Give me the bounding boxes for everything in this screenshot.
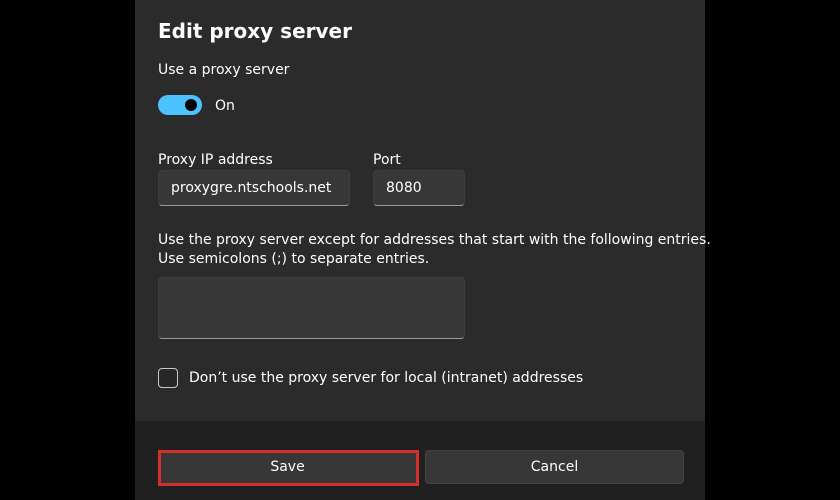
proxy-ip-label: Proxy IP address: [158, 152, 273, 168]
port-label: Port: [373, 152, 401, 168]
dialog-title: Edit proxy server: [158, 19, 352, 43]
exceptions-textarea[interactable]: [158, 277, 465, 339]
dialog-content: Edit proxy server Use a proxy server On …: [135, 0, 711, 421]
toggle-state-label: On: [215, 98, 235, 114]
local-addresses-label: Don’t use the proxy server for local (in…: [189, 370, 584, 386]
use-proxy-toggle[interactable]: [158, 95, 202, 115]
use-proxy-label: Use a proxy server: [158, 62, 290, 78]
toggle-knob: [185, 99, 197, 111]
proxy-dialog: Edit proxy server Use a proxy server On …: [135, 0, 711, 500]
exceptions-description-line1: Use the proxy server except for addresse…: [158, 232, 711, 248]
proxy-ip-input[interactable]: proxygre.ntschools.net: [158, 170, 350, 206]
exceptions-description-line2: Use semicolons (;) to separate entries.: [158, 251, 430, 267]
port-input[interactable]: 8080: [373, 170, 465, 206]
save-button[interactable]: Save: [158, 450, 417, 484]
cancel-button[interactable]: Cancel: [425, 450, 684, 484]
local-addresses-checkbox[interactable]: [158, 368, 178, 388]
